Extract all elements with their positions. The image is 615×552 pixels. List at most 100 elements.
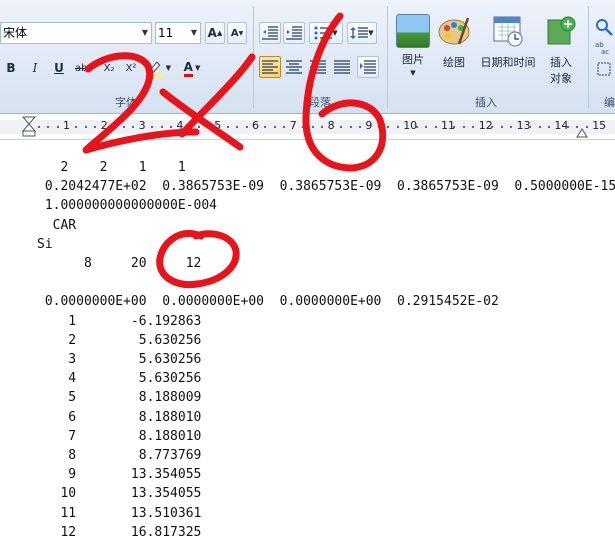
ruler-tick bbox=[396, 126, 399, 128]
ruler-tick bbox=[453, 126, 456, 128]
underline-button[interactable]: U bbox=[48, 57, 70, 79]
ruler-tick bbox=[122, 126, 125, 128]
find-button[interactable] bbox=[594, 16, 614, 38]
italic-button[interactable]: I bbox=[24, 57, 46, 79]
ruler-number: 5 bbox=[214, 119, 222, 132]
chevron-down-icon: ▼ bbox=[368, 29, 374, 37]
chevron-down-icon: ▼ bbox=[332, 29, 338, 37]
insert-picture-label: 图片 bbox=[402, 53, 424, 66]
svg-text:ac: ac bbox=[601, 48, 609, 54]
ruler-tick bbox=[321, 126, 324, 128]
ruler-number: 3 bbox=[138, 119, 146, 132]
line-spacing-icon bbox=[350, 27, 369, 39]
ruler-number: 6 bbox=[252, 119, 259, 132]
replace-button[interactable]: ab ac bbox=[594, 36, 614, 58]
right-indent-marker-icon[interactable] bbox=[576, 126, 588, 138]
indent-marker-icon[interactable] bbox=[22, 116, 36, 138]
paragraph-icon bbox=[360, 60, 376, 74]
ruler-tick bbox=[207, 126, 210, 128]
ruler-tick bbox=[547, 126, 550, 128]
font-size-value: 11 bbox=[158, 26, 174, 40]
align-left-button[interactable] bbox=[259, 56, 281, 78]
document-line: 1 -6.192863 bbox=[37, 313, 202, 329]
ruler-number: 2 bbox=[100, 119, 108, 132]
document-line: 4 5.630256 bbox=[37, 371, 202, 387]
font-name-value: 宋体 bbox=[3, 26, 28, 40]
horizontal-ruler[interactable]: 1 2 3 4 5 6 7 8 9 10 11 12 13 14 15 bbox=[0, 114, 615, 140]
group-divider bbox=[387, 6, 388, 108]
ruler-tick bbox=[47, 126, 50, 128]
ruler-number: 15 bbox=[592, 119, 607, 132]
ruler-tick bbox=[529, 126, 532, 128]
increase-indent-button[interactable] bbox=[283, 22, 305, 44]
find-icon bbox=[596, 19, 613, 36]
ruler-tick bbox=[387, 126, 390, 128]
align-right-icon bbox=[310, 60, 326, 74]
underline-label: U bbox=[54, 61, 64, 75]
subscript-button[interactable]: X₂ bbox=[98, 57, 120, 79]
document-line: CAR bbox=[37, 217, 77, 233]
justify-button[interactable] bbox=[331, 56, 353, 78]
document-line: 2 2 1 1 bbox=[37, 160, 186, 175]
strikethrough-label: abc bbox=[75, 62, 93, 74]
ruler-tick bbox=[132, 126, 135, 128]
ruler-number: 8 bbox=[327, 119, 335, 132]
ruler-tick bbox=[198, 126, 201, 128]
bullet-list-button[interactable]: ▼ bbox=[309, 22, 343, 44]
strikethrough-button[interactable]: abc bbox=[72, 57, 96, 79]
highlight-button[interactable]: ▼ bbox=[144, 57, 172, 79]
font-color-button[interactable]: A ▼ bbox=[176, 57, 208, 79]
chevron-down-icon: ▼ bbox=[410, 69, 416, 77]
bold-label: B bbox=[6, 61, 16, 75]
shrink-font-button[interactable]: A ▼ bbox=[227, 22, 247, 44]
document-line: 10 13.354055 bbox=[37, 486, 202, 502]
ruler-tick bbox=[472, 126, 475, 128]
insert-datetime-button[interactable]: 日期和时间 bbox=[474, 14, 542, 70]
group-divider bbox=[588, 6, 589, 108]
font-size-select[interactable]: 11 ▼ bbox=[155, 22, 201, 44]
ruler-tick bbox=[75, 126, 78, 128]
font-name-select[interactable]: 宋体 ▼ bbox=[0, 22, 152, 44]
group-divider bbox=[253, 6, 254, 108]
chevron-down-icon: ▼ bbox=[165, 64, 171, 72]
insert-drawing-label: 绘图 bbox=[443, 56, 465, 69]
line-spacing-button[interactable]: ▼ bbox=[347, 22, 377, 44]
ruler-tick bbox=[84, 126, 87, 128]
insert-object-icon bbox=[547, 16, 576, 45]
ruler-tick bbox=[462, 126, 465, 128]
ruler-tick bbox=[302, 126, 305, 128]
ruler-tick bbox=[151, 126, 154, 128]
insert-object-label-line1: 插入 bbox=[550, 56, 572, 69]
insert-drawing-button[interactable]: 绘图 bbox=[436, 14, 472, 70]
ruler-tick bbox=[538, 126, 541, 128]
ruler-tick bbox=[188, 126, 191, 128]
font-color-label: A bbox=[183, 60, 193, 77]
ruler-number: 9 bbox=[365, 119, 373, 132]
select-all-button[interactable] bbox=[594, 58, 614, 80]
ruler-tick bbox=[236, 126, 239, 128]
decrease-indent-button[interactable] bbox=[259, 22, 281, 44]
chevron-down-icon: ▼ bbox=[190, 28, 197, 37]
superscript-button[interactable]: X² bbox=[120, 57, 142, 79]
replace-icon: ab ac bbox=[595, 41, 609, 54]
grow-font-label: A bbox=[207, 26, 217, 40]
insert-picture-button[interactable]: 图片 ▼ bbox=[393, 14, 433, 77]
grow-font-button[interactable]: A ▲ bbox=[205, 22, 225, 44]
align-center-button[interactable] bbox=[283, 56, 305, 78]
align-right-button[interactable] bbox=[307, 56, 329, 78]
bold-button[interactable]: B bbox=[0, 57, 22, 79]
paragraph-settings-button[interactable] bbox=[357, 56, 379, 78]
italic-label: I bbox=[32, 61, 38, 75]
justify-icon bbox=[334, 60, 350, 74]
ruler-tick bbox=[56, 126, 59, 128]
superscript-label: X² bbox=[125, 62, 137, 74]
ruler-tick bbox=[160, 126, 163, 128]
bullet-list-icon bbox=[314, 26, 333, 40]
select-icon bbox=[597, 62, 611, 76]
ruler-tick bbox=[283, 126, 286, 128]
highlighter-icon bbox=[146, 61, 163, 77]
document-body[interactable]: 2 2 1 1 0.2042477E+02 0.3865753E-09 0.38… bbox=[0, 140, 615, 552]
ruler-tick bbox=[510, 126, 513, 128]
font-group-label: 字体 bbox=[115, 96, 137, 109]
insert-object-button[interactable]: 插入 对象 bbox=[543, 14, 579, 86]
